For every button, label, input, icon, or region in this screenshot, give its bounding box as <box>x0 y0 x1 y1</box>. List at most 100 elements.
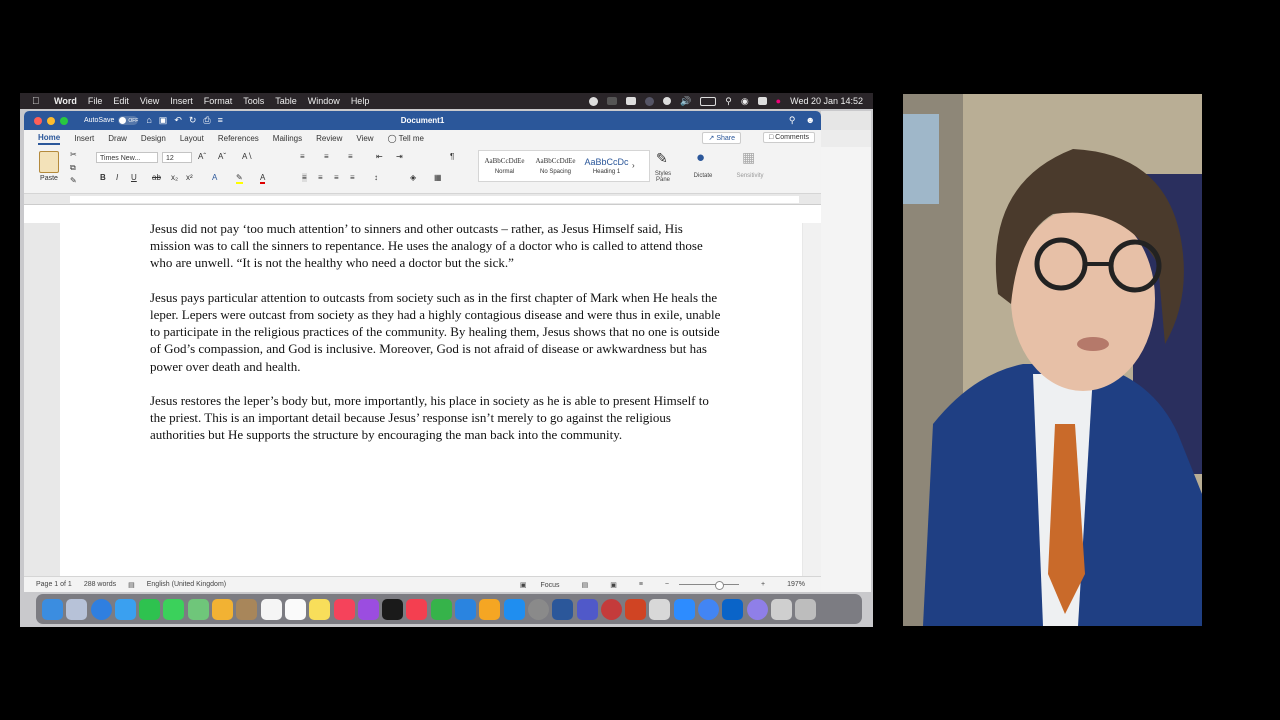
photo-booth-icon[interactable] <box>600 598 622 620</box>
menu-table[interactable]: Table <box>275 96 297 106</box>
powerpoint-icon[interactable] <box>625 598 647 620</box>
increase-indent-icon[interactable]: ⇥ <box>396 152 403 161</box>
apple-icon[interactable]:  <box>32 96 44 107</box>
menu-window[interactable]: Window <box>308 96 340 106</box>
tell-me-search[interactable]: ◯ Tell me <box>388 134 424 143</box>
print-layout-icon[interactable]: ▤ <box>582 581 589 589</box>
styles-more-chevron-icon[interactable]: › <box>632 151 635 181</box>
numbering-icon[interactable]: ≡ <box>324 152 329 161</box>
tab-review[interactable]: Review <box>316 134 342 143</box>
style-no-spacing[interactable]: AaBbCcDdEe No Spacing <box>530 151 581 181</box>
italic-button[interactable]: I <box>116 173 118 182</box>
zoom-slider[interactable] <box>679 581 739 590</box>
redo-icon[interactable]: ↻ <box>189 115 197 126</box>
documents-folder-icon[interactable] <box>770 598 792 620</box>
word-icon[interactable] <box>552 598 574 620</box>
keynote-icon[interactable] <box>455 598 477 620</box>
tab-draw[interactable]: Draw <box>108 134 127 143</box>
styles-pane-button[interactable]: Styles Pane <box>650 171 676 183</box>
tab-insert[interactable]: Insert <box>74 134 94 143</box>
align-center-icon[interactable]: ≡ <box>318 173 323 182</box>
focus-button[interactable]: ▣ Focus <box>508 581 560 589</box>
font-size-select[interactable]: 12 <box>162 152 192 163</box>
menu-insert[interactable]: Insert <box>170 96 193 106</box>
multilevel-list-icon[interactable]: ≡ <box>348 152 353 161</box>
news-icon[interactable] <box>406 598 428 620</box>
style-heading-1[interactable]: AaBbCcDc Heading 1 <box>581 151 632 181</box>
music-icon[interactable] <box>333 598 355 620</box>
facetime-icon[interactable] <box>139 598 161 620</box>
align-right-icon[interactable]: ≡ <box>334 173 339 182</box>
share-button[interactable]: ↗ Share <box>702 132 741 144</box>
copy-icon[interactable]: ⧉ <box>70 163 76 173</box>
menubar-clock[interactable]: Wed 20 Jan 14:52 <box>790 96 863 106</box>
document-body[interactable]: Jesus did not pay ‘too much attention’ t… <box>150 223 724 461</box>
maps-icon[interactable] <box>187 598 209 620</box>
user-icon[interactable] <box>645 96 654 106</box>
zoom-icon[interactable] <box>673 598 695 620</box>
chrome-icon[interactable] <box>698 598 720 620</box>
outline-view-icon[interactable]: ≡ <box>639 581 643 588</box>
app-store-icon[interactable] <box>503 598 525 620</box>
volume-icon[interactable]: 🔊 <box>680 96 691 107</box>
word-count[interactable]: 288 words <box>84 581 116 588</box>
mail-icon[interactable] <box>114 598 136 620</box>
microphone-icon[interactable]: ● <box>696 149 705 166</box>
autosave-toggle[interactable]: OFF <box>118 116 139 125</box>
tab-view[interactable]: View <box>356 134 373 143</box>
vertical-ruler[interactable] <box>24 223 38 577</box>
app-status-icon[interactable] <box>626 97 636 105</box>
teams-icon[interactable] <box>576 598 598 620</box>
search-icon[interactable]: ⚲ <box>789 115 796 126</box>
menu-tools[interactable]: Tools <box>243 96 264 106</box>
paste-button[interactable]: Paste <box>36 151 62 182</box>
decrease-indent-icon[interactable]: ⇤ <box>376 152 383 161</box>
style-normal[interactable]: AaBbCcDdEe Normal <box>479 151 530 181</box>
proofing-icon[interactable]: ▤ <box>128 581 135 589</box>
shading-icon[interactable]: ◈ <box>410 173 416 182</box>
reminders-icon[interactable] <box>284 598 306 620</box>
moon-icon[interactable] <box>663 97 671 105</box>
sensitivity-button[interactable]: Sensitivity <box>730 173 770 179</box>
record-icon[interactable] <box>589 96 598 106</box>
wifi-icon[interactable]: ◉ <box>741 96 749 107</box>
comments-button[interactable]: □ Comments <box>762 132 815 143</box>
safari-icon[interactable] <box>90 598 112 620</box>
shrink-font-icon[interactable]: Aˇ <box>218 152 226 161</box>
dictate-button[interactable]: Dictate <box>688 173 718 179</box>
paragraph-marks-icon[interactable]: ¶ <box>450 152 454 161</box>
search-icon[interactable]: ⚲ <box>725 96 732 107</box>
cut-icon[interactable]: ✂ <box>70 150 77 159</box>
highlight-icon[interactable]: ✎ <box>236 173 243 184</box>
undo-icon[interactable]: ↶ <box>174 115 182 126</box>
language-indicator[interactable]: English (United Kingdom) <box>147 581 226 588</box>
preview-icon[interactable] <box>649 598 671 620</box>
background-window[interactable] <box>821 111 871 592</box>
menu-file[interactable]: File <box>88 96 103 106</box>
screen-share-icon[interactable] <box>607 97 617 105</box>
web-layout-icon[interactable]: ▣ <box>610 581 617 589</box>
grow-font-icon[interactable]: Aˆ <box>198 152 206 161</box>
menu-app-word[interactable]: Word <box>54 96 77 106</box>
zoom-window-icon[interactable] <box>60 116 68 125</box>
zoom-out-icon[interactable]: − <box>665 581 669 588</box>
paragraph-1[interactable]: Jesus did not pay ‘too much attention’ t… <box>150 223 724 272</box>
zoom-level[interactable]: 197% <box>787 581 805 588</box>
styles-pane-icon[interactable]: ✎ <box>656 150 668 167</box>
close-window-icon[interactable] <box>34 116 42 125</box>
clear-format-icon[interactable]: A∖ <box>242 152 252 161</box>
line-spacing-icon[interactable]: ↕ <box>374 173 378 182</box>
underline-button[interactable]: U <box>131 173 137 182</box>
messages-icon[interactable] <box>163 598 185 620</box>
strikethrough-button[interactable]: ab <box>152 173 161 182</box>
tab-home[interactable]: Home <box>38 133 61 145</box>
horizontal-ruler[interactable] <box>24 194 821 205</box>
tv-icon[interactable] <box>382 598 404 620</box>
numbers-icon[interactable] <box>430 598 452 620</box>
menu-view[interactable]: View <box>140 96 159 106</box>
home-icon[interactable]: ⌂ <box>146 115 151 126</box>
launchpad-icon[interactable] <box>66 598 88 620</box>
control-center-icon[interactable] <box>757 97 767 105</box>
justify-icon[interactable]: ≡ <box>350 173 355 182</box>
tab-references[interactable]: References <box>218 134 259 143</box>
